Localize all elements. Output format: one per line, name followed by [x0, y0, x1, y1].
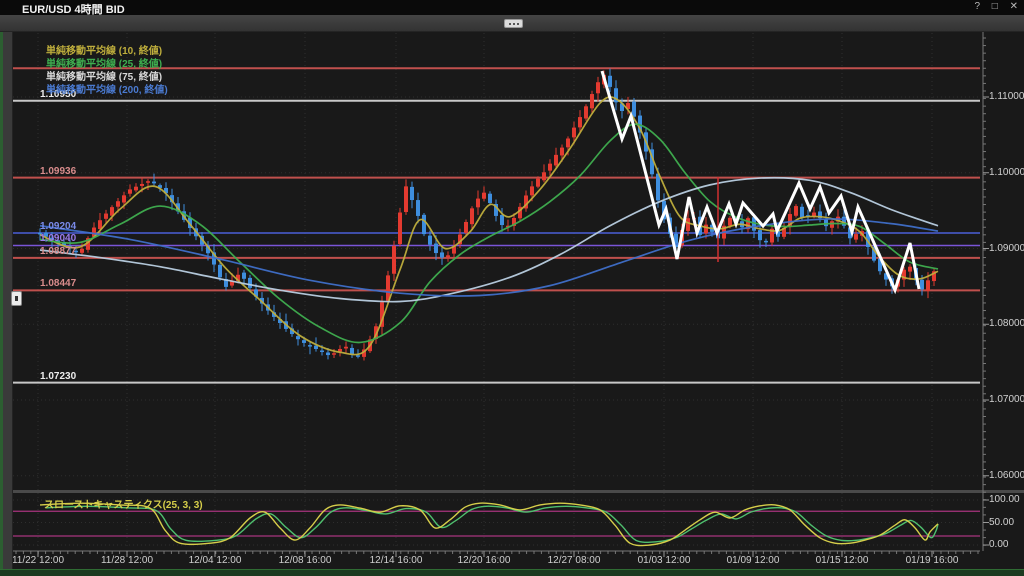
candle	[128, 189, 132, 193]
stoch-k-line	[40, 503, 938, 545]
candle	[758, 230, 762, 240]
candle	[122, 195, 126, 202]
candle	[152, 182, 156, 184]
candle	[542, 172, 546, 180]
panel-collapse-handle[interactable]	[504, 19, 523, 28]
candle	[248, 278, 252, 288]
candle	[530, 186, 534, 195]
candle	[434, 244, 438, 254]
candle	[908, 267, 912, 272]
candle	[920, 280, 924, 290]
candle	[242, 273, 246, 279]
candle	[830, 221, 834, 228]
candle	[854, 234, 858, 239]
candle	[38, 233, 42, 235]
candle	[308, 345, 312, 347]
candle	[392, 246, 396, 274]
candle	[422, 215, 426, 234]
candle	[464, 222, 468, 233]
candle	[338, 349, 342, 351]
candle	[728, 218, 732, 226]
candle	[572, 128, 576, 138]
candle	[296, 336, 300, 339]
maximize-button[interactable]: □	[992, 1, 998, 12]
candle	[302, 340, 306, 343]
candle	[428, 236, 432, 245]
candle	[488, 194, 492, 203]
candle	[74, 251, 78, 253]
left-rail-handle[interactable]	[11, 291, 22, 306]
moving-averages	[40, 97, 938, 355]
candle	[536, 179, 540, 187]
level-lines	[13, 68, 980, 382]
candle	[560, 148, 564, 156]
help-button[interactable]: ?	[974, 1, 980, 12]
candle	[608, 76, 612, 87]
candle	[566, 139, 570, 148]
candle	[134, 187, 138, 191]
candle	[926, 280, 930, 291]
candle	[470, 208, 474, 224]
candle	[590, 94, 594, 108]
candle	[218, 265, 222, 277]
candle	[686, 218, 690, 231]
toolbar	[0, 15, 1024, 32]
candle	[596, 82, 600, 93]
candle	[116, 201, 120, 206]
candle	[398, 213, 402, 245]
candle	[410, 187, 414, 200]
candle	[584, 106, 588, 118]
candle	[332, 353, 336, 355]
candle	[446, 255, 450, 257]
candle	[404, 186, 408, 212]
candle	[146, 181, 150, 183]
close-button[interactable]: ✕	[1010, 1, 1018, 12]
candle	[356, 355, 360, 357]
window-bottom-border	[0, 569, 1024, 576]
candle	[800, 207, 804, 218]
candle	[140, 184, 144, 186]
candle	[440, 252, 444, 257]
stochastic-panel[interactable]	[13, 503, 980, 545]
candle	[704, 225, 708, 234]
chart-window: 1.109501.099361.092041.090401.088771.084…	[0, 0, 1024, 576]
candle	[794, 206, 798, 216]
title-bar[interactable]: EUR/USD 4時間 BID ? □ ✕	[0, 0, 1024, 15]
candle	[632, 102, 636, 117]
candle	[578, 117, 582, 127]
candle	[104, 214, 108, 219]
candle	[764, 241, 768, 243]
candle	[476, 199, 480, 208]
candles-layer	[38, 69, 936, 361]
candle	[500, 215, 504, 225]
candle	[326, 353, 330, 356]
price-chart[interactable]	[0, 0, 1024, 576]
candle	[80, 249, 84, 253]
candle	[656, 174, 660, 201]
candle	[554, 155, 558, 166]
panel-separator[interactable]	[13, 490, 1024, 493]
candle	[482, 193, 486, 199]
candle	[344, 347, 348, 349]
window-controls: ? □ ✕	[965, 1, 1018, 12]
candle	[548, 164, 552, 171]
candle	[416, 200, 420, 216]
candle	[320, 350, 324, 352]
